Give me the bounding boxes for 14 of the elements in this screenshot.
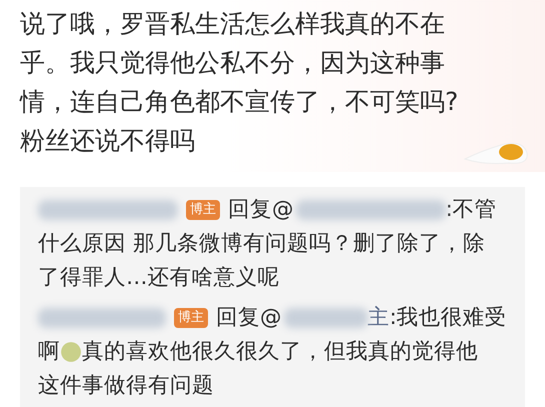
blogger-badge: 博主 bbox=[174, 308, 208, 328]
reply-text: :我也很难受 bbox=[390, 304, 507, 332]
reply-label: 回复@ bbox=[228, 196, 294, 224]
emoji-icon bbox=[60, 341, 82, 363]
blogger-badge: 博主 bbox=[186, 200, 220, 220]
reply-text: 这件事做得有问题 bbox=[38, 372, 214, 400]
handle-text: 主 bbox=[368, 304, 390, 332]
reply-label: 回复@ bbox=[216, 304, 282, 332]
post-text: 说了哦，罗晋私生活怎么样我真的不在乎。我只觉得他公私不分，因为这种事情，连自己角色都不宣传了，不可笑吗?粉丝还说不得吗 bbox=[20, 8, 460, 157]
reply-text: 了得罪人…还有啥意义呢 bbox=[38, 264, 280, 292]
reply-text: :不管 bbox=[446, 196, 497, 224]
reply-text: 啊 bbox=[38, 338, 60, 366]
reply-text: 真的喜欢他很久很久了，但我真的觉得他 bbox=[82, 338, 478, 366]
reply-text: 什么原因 那几条微博有问题吗？删了除了，除 bbox=[38, 230, 485, 258]
